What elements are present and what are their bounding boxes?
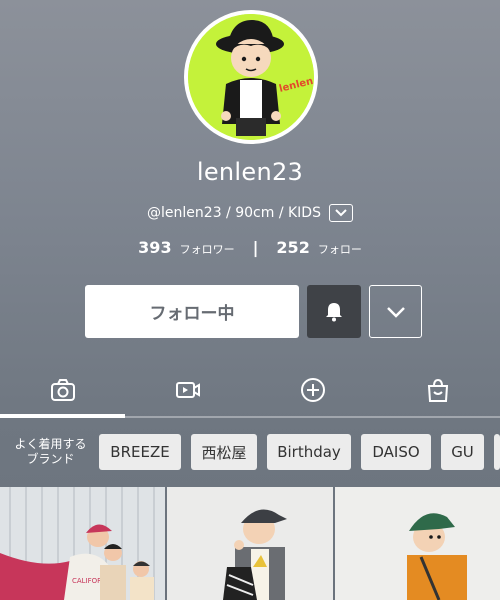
expand-bio-button[interactable] <box>328 204 353 222</box>
brands-label-line1: よく着用する <box>14 437 87 451</box>
brand-chip[interactable]: BREEZE <box>99 434 181 470</box>
chevron-down-icon <box>335 209 347 217</box>
video-icon <box>175 382 200 398</box>
brand-row: よく着用する ブランド BREEZE 西松屋 Birthday DAISO GU <box>0 427 500 477</box>
brands-label: よく着用する ブランド <box>0 437 99 467</box>
photo-thumbnail[interactable] <box>334 487 500 600</box>
profile-header: lenlen lenlen23 @lenlen23 / 90cm / KIDS … <box>0 0 500 360</box>
bio-row: @lenlen23 / 90cm / KIDS <box>0 204 500 222</box>
brand-chip[interactable]: DAISO <box>361 434 431 470</box>
photo-thumbnail[interactable] <box>167 487 333 600</box>
followers-count[interactable]: 393 <box>138 238 171 257</box>
followers-label[interactable]: フォロワー <box>180 241 235 257</box>
brand-chip[interactable]: GU <box>441 434 484 470</box>
active-tab-indicator <box>0 414 125 418</box>
content-tabs <box>0 362 500 418</box>
bio-text: @lenlen23 / 90cm / KIDS <box>147 205 321 221</box>
more-options-button[interactable] <box>369 285 422 338</box>
following-button[interactable]: フォロー中 <box>85 285 299 338</box>
tab-add[interactable] <box>250 362 375 418</box>
following-count[interactable]: 252 <box>276 238 309 257</box>
shopping-bag-icon <box>427 378 448 402</box>
chevron-down-icon <box>386 306 405 318</box>
plus-circle-icon <box>300 378 325 402</box>
avatar-illustration: lenlen <box>188 14 314 140</box>
tab-videos[interactable] <box>125 362 250 418</box>
photo-thumbnail[interactable]: CALIFORNIA <box>0 487 166 600</box>
following-label[interactable]: フォロー <box>318 241 362 257</box>
brand-chip[interactable]: 西松屋 <box>191 434 257 470</box>
follow-stats: 393 フォロワー | 252 フォロー <box>0 238 500 257</box>
camera-icon <box>50 379 75 401</box>
brands-label-line2: ブランド <box>26 452 75 466</box>
stats-divider: | <box>252 238 259 257</box>
avatar[interactable]: lenlen <box>184 10 318 144</box>
username: lenlen23 <box>196 158 304 186</box>
notification-button[interactable] <box>307 285 361 338</box>
brand-chips: BREEZE 西松屋 Birthday DAISO GU <box>99 434 500 470</box>
brand-chip-overflow[interactable] <box>494 434 500 470</box>
tab-shop[interactable] <box>375 362 500 418</box>
photo-grid: CALIFORNIA <box>0 487 500 600</box>
tab-photos[interactable] <box>0 362 125 418</box>
bell-icon <box>326 302 342 321</box>
brand-chip[interactable]: Birthday <box>267 434 351 470</box>
